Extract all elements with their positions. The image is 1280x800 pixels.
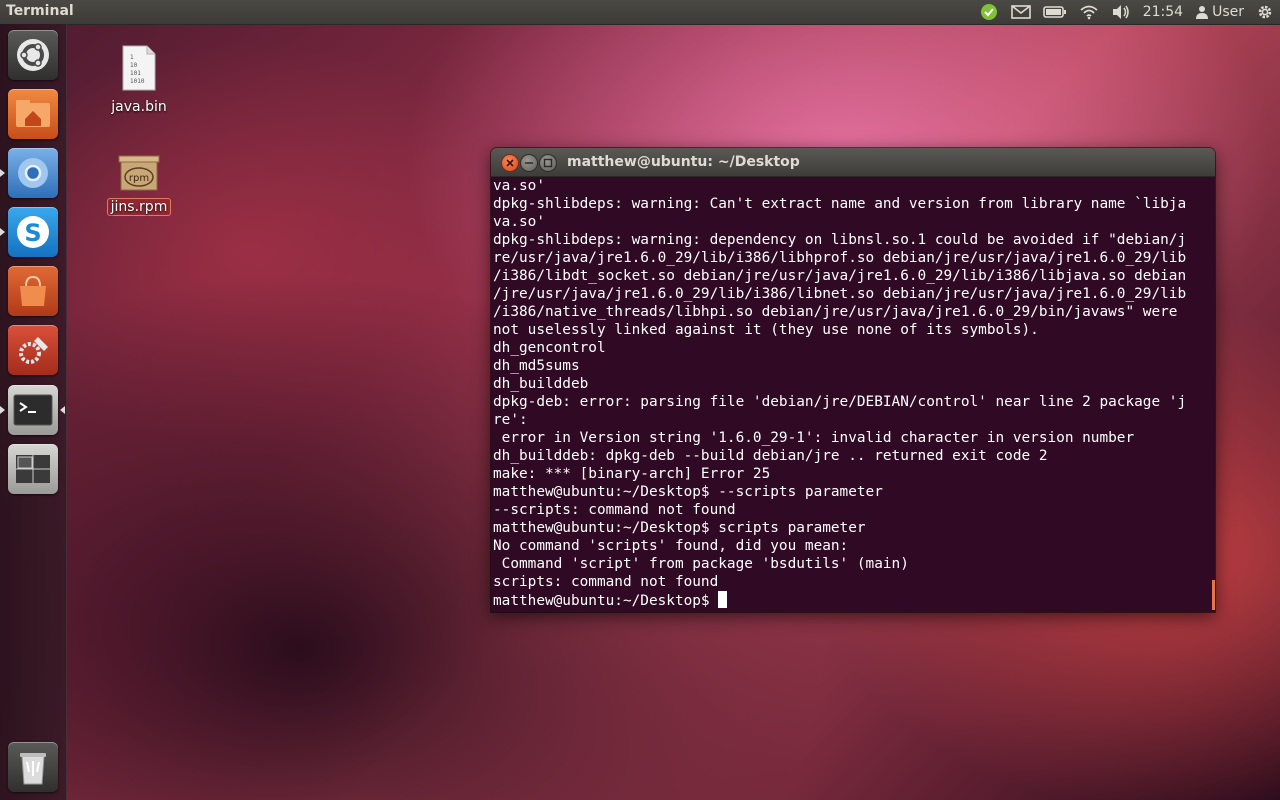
window-titlebar[interactable]: matthew@ubuntu: ~/Desktop	[491, 148, 1215, 177]
active-indicator	[60, 406, 65, 414]
system-settings-launcher[interactable]	[8, 325, 58, 375]
window-title: matthew@ubuntu: ~/Desktop	[567, 154, 800, 170]
top-panel: Terminal 21:54 User	[0, 0, 1280, 24]
trash-launcher[interactable]	[8, 742, 58, 792]
terminal-line: No command 'scripts' found, did you mean…	[493, 538, 849, 554]
terminal-icon	[13, 394, 53, 426]
trash-icon	[20, 753, 46, 785]
terminal-line: /jre/usr/java/jre1.6.0_29/lib/i386/libne…	[493, 286, 1187, 302]
terminal-line: dpkg-deb: error: parsing file 'debian/jr…	[493, 394, 1187, 410]
volume-icon[interactable]	[1105, 0, 1137, 24]
terminal-line: scripts: command not found	[493, 574, 719, 590]
svg-text:1: 1	[130, 54, 134, 61]
terminal-line: /i386/libdt_socket.so debian/jre/usr/jav…	[493, 268, 1187, 284]
active-app-title: Terminal	[6, 3, 74, 19]
scroll-position-marker	[1212, 580, 1215, 610]
settings-tools-icon	[19, 337, 48, 364]
svg-text:1010: 1010	[130, 78, 145, 85]
svg-text:10: 10	[130, 62, 138, 69]
user-icon	[1196, 6, 1209, 19]
svg-text:101: 101	[130, 70, 141, 77]
terminal-line: make: *** [binary-arch] Error 25	[493, 466, 771, 482]
clock[interactable]: 21:54	[1137, 0, 1189, 24]
desktop-icon-label: jins.rpm	[106, 198, 172, 216]
svg-text:S: S	[24, 219, 41, 247]
terminal-launcher[interactable]	[8, 385, 58, 435]
minimize-icon	[525, 162, 533, 164]
terminal-line: va.so'	[493, 178, 545, 194]
close-button[interactable]	[501, 154, 519, 172]
chromium-icon	[18, 158, 48, 188]
chromium-launcher[interactable]	[8, 148, 58, 198]
software-center-launcher[interactable]	[8, 266, 58, 316]
folder-home-icon	[16, 100, 50, 127]
maximize-icon	[543, 158, 553, 168]
user-name: User	[1212, 4, 1244, 20]
text-cursor	[718, 591, 728, 608]
terminal-line: dh_md5sums	[493, 358, 580, 374]
terminal-line: dh_builddeb	[493, 376, 589, 392]
close-icon	[506, 159, 514, 167]
binary-file-icon: 1 10 101 1010	[122, 45, 156, 91]
minimize-button[interactable]	[520, 154, 538, 172]
package-box-icon: rpm	[118, 155, 160, 191]
shopping-bag-icon	[20, 275, 46, 306]
terminal-line: not uselessly linked against it (they us…	[493, 322, 1039, 338]
workspace-switcher-icon	[16, 455, 50, 483]
home-folder-launcher[interactable]	[8, 89, 58, 139]
dash-home-button[interactable]	[8, 30, 58, 80]
terminal-line: dh_gencontrol	[493, 340, 606, 356]
terminal-prompt: matthew@ubuntu:~/Desktop$	[493, 593, 719, 609]
terminal-line: dpkg-shlibdeps: warning: dependency on l…	[493, 232, 1187, 248]
skype-icon: S	[17, 216, 49, 248]
user-menu[interactable]: User	[1189, 0, 1250, 24]
running-indicator	[0, 169, 5, 177]
mail-icon[interactable]	[1005, 0, 1037, 24]
terminal-prompt-line[interactable]: matthew@ubuntu:~/Desktop$	[493, 591, 1215, 609]
terminal-line: va.so'	[493, 214, 545, 230]
battery-icon[interactable]	[1037, 0, 1073, 24]
terminal-line: matthew@ubuntu:~/Desktop$ --scripts para…	[493, 484, 883, 500]
ubuntu-logo-icon	[17, 39, 49, 71]
terminal-line: --scripts: command not found	[493, 502, 736, 518]
terminal-output[interactable]: va.so' dpkg-shlibdeps: warning: Can't ext…	[491, 177, 1215, 612]
terminal-line: re/usr/java/jre1.6.0_29/lib/i386/libhpro…	[493, 250, 1187, 266]
svg-text:rpm: rpm	[129, 173, 149, 184]
running-indicator	[0, 228, 5, 236]
terminal-window[interactable]: matthew@ubuntu: ~/Desktop va.so' dpkg-shl…	[491, 148, 1215, 612]
update-notifier-icon[interactable]	[973, 0, 1005, 24]
terminal-line: /i386/native_threads/libhpi.so debian/jr…	[493, 304, 1178, 320]
terminal-line: dpkg-shlibdeps: warning: Can't extract n…	[493, 196, 1187, 212]
running-indicator	[0, 406, 5, 414]
workspace-switcher-launcher[interactable]	[8, 444, 58, 494]
wifi-icon[interactable]	[1073, 0, 1105, 24]
skype-launcher[interactable]: S	[8, 207, 58, 257]
terminal-line: matthew@ubuntu:~/Desktop$ scripts parame…	[493, 520, 866, 536]
desktop-icon-java-bin[interactable]: 1 10 101 1010 java.bin	[99, 44, 179, 115]
launcher: S	[0, 24, 67, 800]
terminal-line: re':	[493, 412, 528, 428]
terminal-line: Command 'script' from package 'bsdutils'…	[493, 556, 909, 572]
maximize-button[interactable]	[539, 154, 557, 172]
gear-icon[interactable]	[1250, 0, 1280, 24]
desktop-icon-jins-rpm[interactable]: rpm jins.rpm	[99, 152, 179, 216]
terminal-line: dh_builddeb: dpkg-deb --build debian/jre…	[493, 448, 1048, 464]
desktop-icon-label: java.bin	[111, 99, 167, 115]
indicator-area: 21:54 User	[973, 0, 1280, 24]
terminal-line: error in Version string '1.6.0_29-1': in…	[493, 430, 1135, 446]
